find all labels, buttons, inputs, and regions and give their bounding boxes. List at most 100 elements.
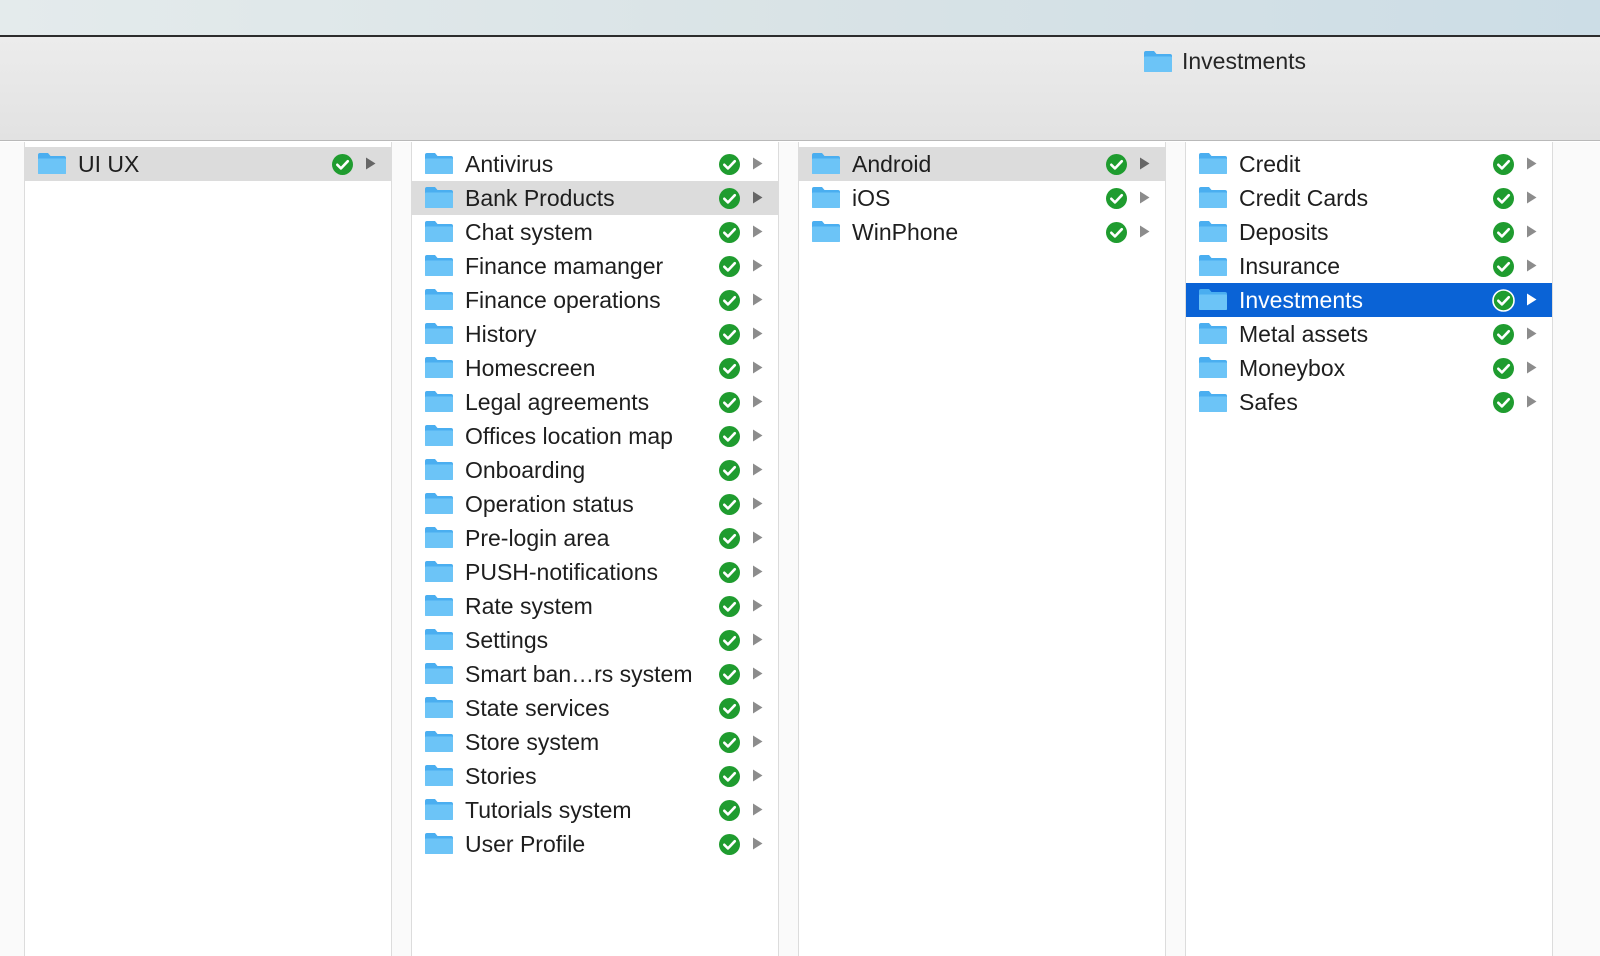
browser-column-4[interactable]: Credit Credit Cards Deposits Insurance Inves…: [1185, 142, 1553, 956]
disclosure-arrow-icon[interactable]: [752, 429, 763, 442]
folder-name: iOS: [852, 185, 891, 211]
disclosure-arrow-icon[interactable]: [752, 633, 763, 646]
disclosure-arrow-icon[interactable]: [752, 565, 763, 578]
disclosure-arrow-icon[interactable]: [1139, 157, 1150, 170]
disclosure-arrow-icon[interactable]: [752, 667, 763, 680]
folder-row[interactable]: WinPhone: [799, 215, 1165, 249]
disclosure-arrow-icon[interactable]: [752, 395, 763, 408]
folder-row[interactable]: Legal agreements: [412, 385, 778, 419]
folder-row[interactable]: Settings: [412, 623, 778, 657]
folder-row[interactable]: Deposits: [1186, 215, 1552, 249]
folder-row[interactable]: Operation status: [412, 487, 778, 521]
synced-check-icon: [719, 664, 740, 685]
disclosure-arrow-icon[interactable]: [1526, 157, 1537, 170]
disclosure-arrow-icon[interactable]: [752, 837, 763, 850]
folder-row[interactable]: User Profile: [412, 827, 778, 861]
browser-column-3[interactable]: Android iOS WinPhone: [798, 142, 1166, 956]
folder-icon: [425, 391, 453, 412]
folder-row[interactable]: Rate system: [412, 589, 778, 623]
folder-row[interactable]: Insurance: [1186, 249, 1552, 283]
folder-row[interactable]: Onboarding: [412, 453, 778, 487]
disclosure-arrow-icon[interactable]: [752, 701, 763, 714]
window-titlebar: Investments: [0, 37, 1600, 141]
synced-check-icon: [719, 562, 740, 583]
folder-row[interactable]: Store system: [412, 725, 778, 759]
synced-check-icon: [719, 324, 740, 345]
disclosure-arrow-icon[interactable]: [752, 225, 763, 238]
folder-name: Deposits: [1239, 219, 1329, 245]
folder-row[interactable]: Finance mamanger: [412, 249, 778, 283]
folder-icon: [425, 629, 453, 650]
disclosure-arrow-icon[interactable]: [1139, 225, 1150, 238]
folder-row[interactable]: Offices location map: [412, 419, 778, 453]
disclosure-arrow-icon[interactable]: [752, 293, 763, 306]
disclosure-arrow-icon[interactable]: [752, 361, 763, 374]
disclosure-arrow-icon[interactable]: [1526, 327, 1537, 340]
disclosure-arrow-icon[interactable]: [752, 769, 763, 782]
folder-icon: [425, 357, 453, 378]
disclosure-arrow-icon[interactable]: [1526, 361, 1537, 374]
folder-name: WinPhone: [852, 219, 959, 245]
folder-name: Offices location map: [465, 423, 673, 449]
browser-column-1[interactable]: UI UX: [24, 142, 392, 956]
folder-row[interactable]: Chat system: [412, 215, 778, 249]
folder-row[interactable]: PUSH-notifications: [412, 555, 778, 589]
folder-icon: [1199, 323, 1227, 344]
browser-column-2[interactable]: Antivirus Bank Products Chat system Finance…: [411, 142, 779, 956]
folder-row[interactable]: Android: [799, 147, 1165, 181]
disclosure-arrow-icon[interactable]: [1139, 191, 1150, 204]
disclosure-arrow-icon[interactable]: [1526, 259, 1537, 272]
disclosure-arrow-icon[interactable]: [752, 157, 763, 170]
folder-row[interactable]: iOS: [799, 181, 1165, 215]
disclosure-arrow-icon[interactable]: [1526, 225, 1537, 238]
folder-row[interactable]: Pre-login area: [412, 521, 778, 555]
disclosure-arrow-icon[interactable]: [752, 803, 763, 816]
disclosure-arrow-icon[interactable]: [752, 599, 763, 612]
disclosure-arrow-icon[interactable]: [752, 531, 763, 544]
synced-check-icon: [1493, 256, 1514, 277]
disclosure-arrow-icon[interactable]: [1526, 395, 1537, 408]
folder-row[interactable]: Antivirus: [412, 147, 778, 181]
synced-check-icon: [719, 800, 740, 821]
disclosure-arrow-icon[interactable]: [752, 735, 763, 748]
folder-row[interactable]: Bank Products: [412, 181, 778, 215]
folder-name: Insurance: [1239, 253, 1341, 279]
folder-row[interactable]: Finance operations: [412, 283, 778, 317]
folder-row[interactable]: Stories: [412, 759, 778, 793]
folder-row[interactable]: Tutorials system: [412, 793, 778, 827]
folder-icon: [1199, 187, 1227, 208]
folder-row[interactable]: Smart ban…rs system: [412, 657, 778, 691]
folder-name: Credit: [1239, 151, 1301, 177]
folder-icon: [425, 697, 453, 718]
folder-row[interactable]: Moneybox: [1186, 351, 1552, 385]
folder-name: Homescreen: [465, 355, 596, 381]
folder-row[interactable]: History: [412, 317, 778, 351]
folder-row[interactable]: Safes: [1186, 385, 1552, 419]
folder-icon: [812, 187, 840, 208]
disclosure-arrow-icon[interactable]: [752, 259, 763, 272]
disclosure-arrow-icon[interactable]: [752, 463, 763, 476]
folder-row[interactable]: Homescreen: [412, 351, 778, 385]
folder-name: Pre-login area: [465, 525, 610, 551]
synced-check-icon: [1106, 222, 1127, 243]
folder-row[interactable]: UI UX: [25, 147, 391, 181]
disclosure-arrow-icon[interactable]: [752, 327, 763, 340]
window-title: Investments: [1143, 47, 1306, 75]
disclosure-arrow-icon[interactable]: [365, 157, 376, 170]
synced-check-icon: [1492, 289, 1515, 312]
folder-icon: [425, 255, 453, 276]
synced-check-icon: [1493, 392, 1514, 413]
synced-check-icon: [719, 188, 740, 209]
folder-row[interactable]: Metal assets: [1186, 317, 1552, 351]
synced-check-icon: [719, 766, 740, 787]
folder-row[interactable]: Investments: [1186, 283, 1552, 317]
folder-row[interactable]: Credit: [1186, 147, 1552, 181]
disclosure-arrow-icon[interactable]: [752, 191, 763, 204]
folder-icon: [1199, 255, 1227, 276]
disclosure-arrow-icon[interactable]: [1526, 293, 1537, 306]
folder-name: Credit Cards: [1239, 185, 1369, 211]
folder-row[interactable]: State services: [412, 691, 778, 725]
disclosure-arrow-icon[interactable]: [752, 497, 763, 510]
folder-row[interactable]: Credit Cards: [1186, 181, 1552, 215]
disclosure-arrow-icon[interactable]: [1526, 191, 1537, 204]
